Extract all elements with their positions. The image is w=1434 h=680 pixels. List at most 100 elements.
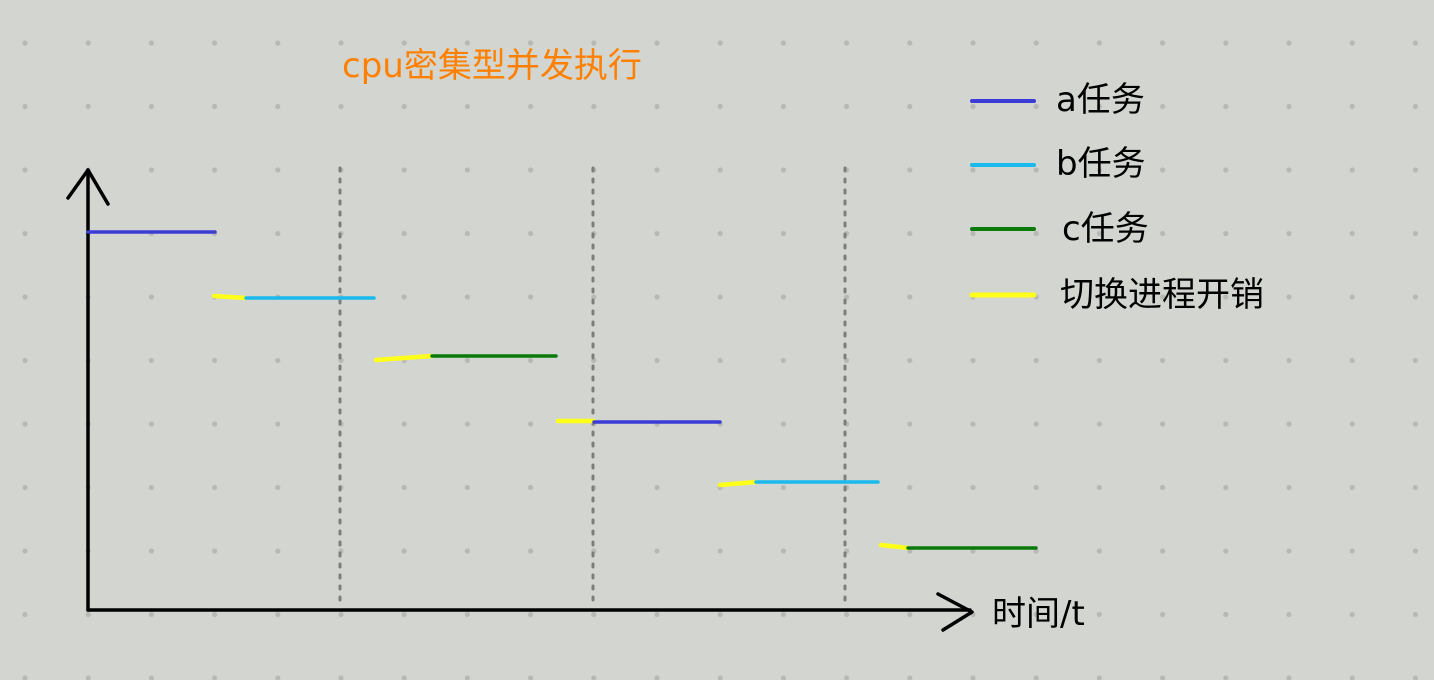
- grid-dot: [654, 40, 660, 46]
- grid-dot: [1286, 230, 1292, 237]
- grid-dot: [275, 167, 281, 173]
- grid-dot: [1412, 675, 1418, 680]
- grid-dot: [401, 484, 407, 491]
- grid-dot: [1096, 675, 1102, 680]
- grid-dot: [464, 675, 470, 680]
- grid-dot: [338, 40, 344, 46]
- grid-dot: [970, 167, 976, 173]
- grid-dot: [528, 357, 534, 364]
- grid-dot: [22, 167, 28, 173]
- grid-dot: [338, 675, 344, 680]
- grid-dot: [1349, 611, 1355, 618]
- grid-dot: [401, 230, 407, 237]
- grid-dot: [1412, 548, 1418, 554]
- grid-dot: [970, 103, 976, 110]
- grid-dot: [1412, 230, 1418, 237]
- grid-dot: [1096, 40, 1102, 46]
- grid-dot: [907, 484, 913, 491]
- task-segments: [86, 230, 1038, 551]
- grid-dot: [148, 167, 154, 173]
- grid-dot: [275, 548, 281, 554]
- grid-dot: [212, 40, 218, 46]
- grid-dot: [780, 103, 787, 110]
- grid-dot: [464, 103, 470, 110]
- legend-label-switch: 切换进程开销: [1060, 275, 1264, 315]
- grid-dot: [1286, 357, 1292, 364]
- grid-dot: [401, 548, 407, 554]
- grid-dot: [1096, 357, 1102, 364]
- grid-dot: [1286, 167, 1292, 173]
- grid-dot: [22, 103, 28, 110]
- grid-dot: [1412, 611, 1418, 618]
- segment-switch-2: [373, 353, 435, 363]
- grid-dot: [148, 484, 154, 491]
- grid-dot: [1412, 421, 1418, 427]
- grid-dot: [717, 294, 723, 300]
- grid-dot: [1223, 230, 1229, 237]
- legend-swatches: [969, 99, 1037, 298]
- grid-dot: [464, 40, 470, 46]
- grid-dot: [1033, 675, 1039, 680]
- grid-dot: [401, 675, 407, 680]
- segment-switch-5: [878, 542, 911, 551]
- grid-dot: [1096, 421, 1102, 427]
- grid-dot: [1223, 484, 1229, 491]
- grid-dot: [1349, 421, 1355, 427]
- grid-dot: [654, 357, 660, 364]
- grid-dot: [338, 611, 344, 618]
- grid-dot: [148, 294, 154, 300]
- grid-dot: [401, 167, 407, 173]
- segment-switch-4: [717, 479, 759, 488]
- grid-dot: [1412, 40, 1418, 46]
- grid-dot: [401, 103, 407, 110]
- grid-dot: [275, 230, 281, 237]
- grid-dot: [464, 421, 470, 427]
- grid-dot: [212, 611, 218, 618]
- grid-dot: [780, 548, 787, 554]
- legend-label-c: c任务: [1062, 209, 1149, 249]
- grid-dot: [22, 611, 28, 618]
- grid-dot: [654, 548, 660, 554]
- grid-dot: [907, 230, 913, 237]
- grid-dot: [654, 103, 660, 110]
- grid-dot: [1223, 357, 1229, 364]
- grid-dot: [780, 357, 787, 364]
- grid-dot: [654, 611, 660, 618]
- grid-dot: [1349, 548, 1355, 554]
- grid-dot: [148, 103, 154, 110]
- grid-dot: [22, 40, 28, 46]
- grid-dot: [844, 611, 850, 618]
- grid-dot: [1223, 167, 1229, 173]
- grid-dot: [464, 357, 470, 364]
- grid-dot: [591, 40, 597, 46]
- grid-dot: [22, 484, 28, 491]
- grid-dot: [717, 357, 723, 364]
- grid-dot: [907, 40, 913, 46]
- grid-dot: [275, 675, 281, 680]
- grid-dot: [1223, 675, 1229, 680]
- grid-dot: [1412, 484, 1418, 491]
- grid-dot: [844, 40, 850, 46]
- grid-dot: [1412, 294, 1418, 300]
- grid-dot: [22, 548, 28, 554]
- grid-dot: [717, 40, 723, 46]
- grid-dot: [148, 611, 154, 618]
- segment-switch-1: [211, 293, 249, 301]
- grid-dot: [1096, 484, 1102, 491]
- grid-dot: [1349, 484, 1355, 491]
- grid-dot: [275, 40, 281, 46]
- grid-dot: [1286, 611, 1292, 618]
- x-axis-arrowhead: [936, 592, 974, 632]
- grid-dot: [1160, 40, 1166, 46]
- axes: [66, 168, 974, 632]
- grid-dot: [780, 611, 787, 618]
- grid-dot: [591, 103, 597, 110]
- time-dividers: [338, 166, 847, 610]
- grid-dot: [1349, 294, 1355, 300]
- grid-dot: [212, 548, 218, 554]
- grid-dot: [780, 421, 787, 427]
- grid-dot: [148, 357, 154, 364]
- grid-dot: [780, 40, 787, 46]
- grid-dot: [780, 167, 787, 173]
- grid-dot: [148, 40, 154, 46]
